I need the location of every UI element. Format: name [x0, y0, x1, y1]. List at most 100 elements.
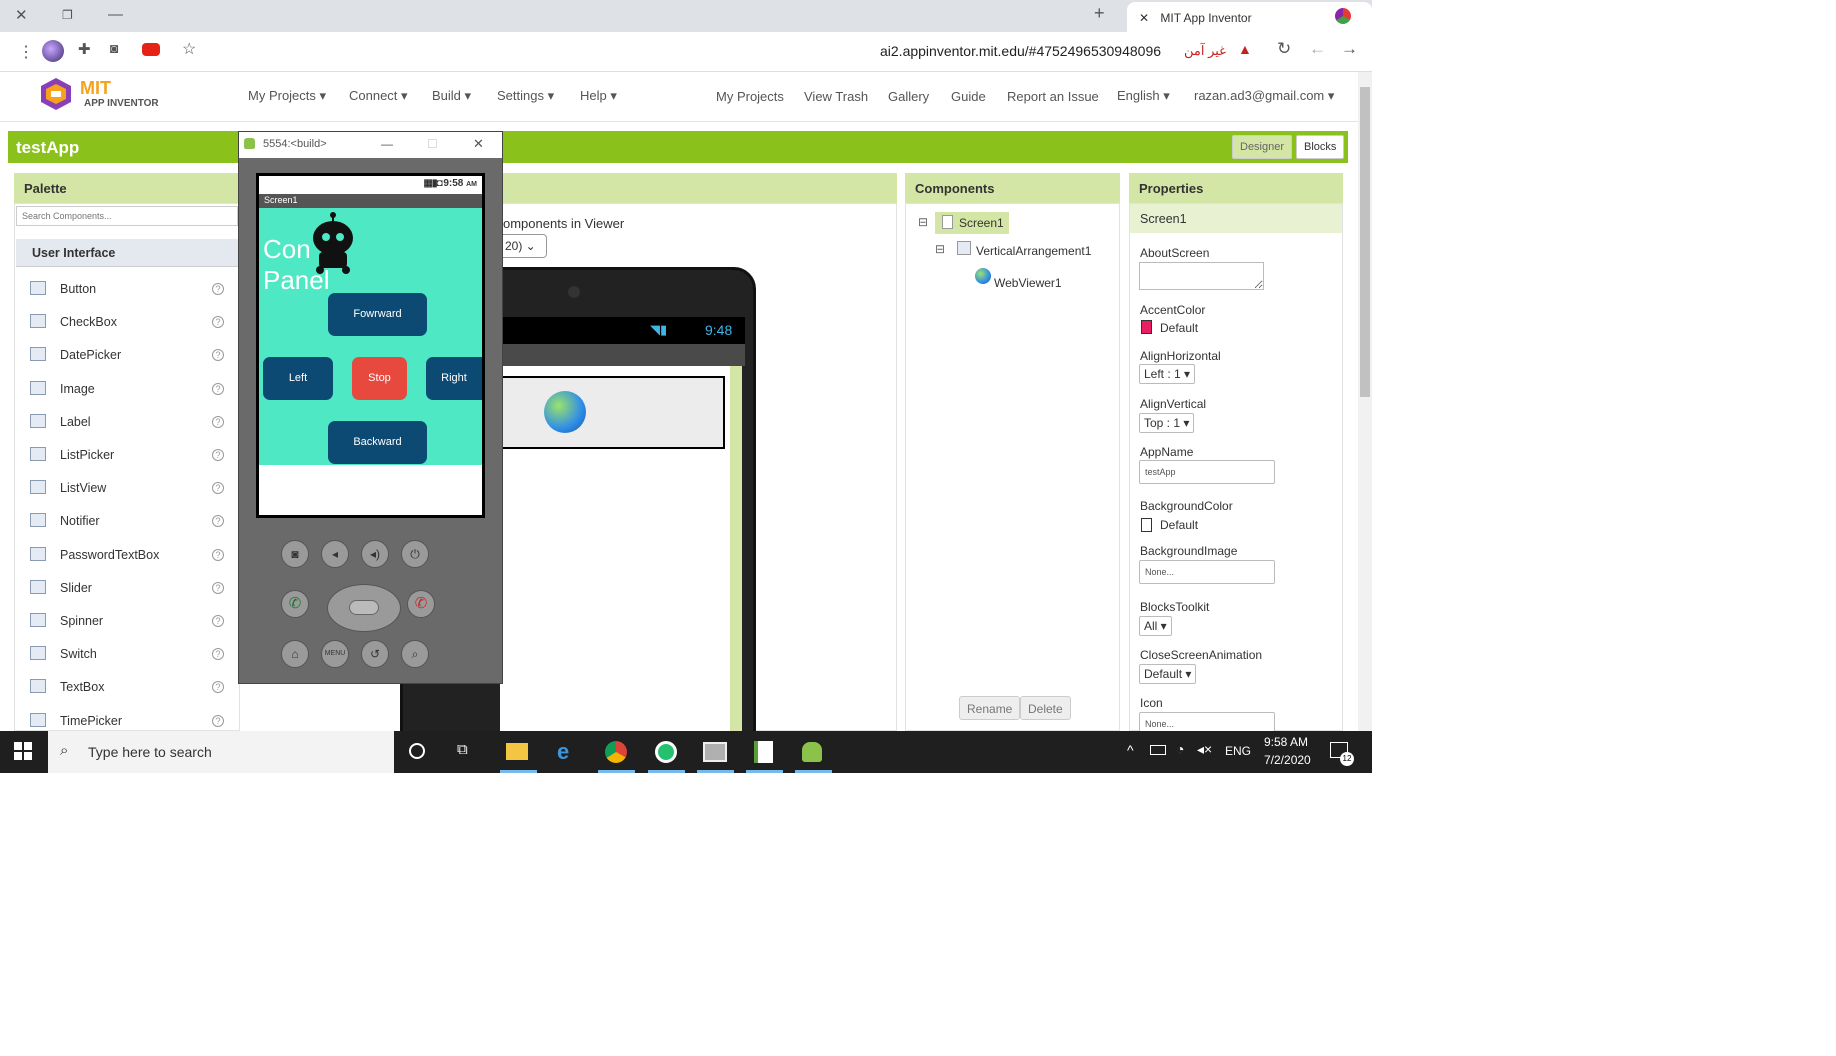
- dpad-center[interactable]: [349, 600, 379, 615]
- vertical-arrangement-preview[interactable]: [500, 376, 725, 449]
- app-window-icon[interactable]: [703, 742, 727, 762]
- warning-icon[interactable]: ▲: [1238, 41, 1252, 57]
- volume-down-icon[interactable]: ◂: [321, 540, 349, 568]
- help-icon[interactable]: ?: [212, 349, 224, 361]
- task-view-icon[interactable]: ⧉: [457, 741, 468, 758]
- reload-icon[interactable]: ↻: [1277, 39, 1291, 59]
- clock-date[interactable]: 7/2/2020: [1264, 753, 1311, 767]
- volume-up-icon[interactable]: ◂): [361, 540, 389, 568]
- page-scrollbar[interactable]: [1358, 72, 1372, 731]
- chrome-icon[interactable]: [605, 741, 627, 763]
- palette-item-datepicker[interactable]: DatePicker: [60, 348, 121, 362]
- home-icon[interactable]: ⌂: [281, 640, 309, 668]
- power-icon[interactable]: ⏻: [401, 540, 429, 568]
- whatsapp-icon[interactable]: [655, 741, 677, 763]
- address-bar-url[interactable]: ai2.appinventor.mit.edu/#475249653094809…: [880, 43, 1161, 59]
- background-color-swatch[interactable]: [1141, 518, 1152, 532]
- tree-item-webviewer1[interactable]: WebViewer1: [994, 276, 1062, 290]
- rename-button[interactable]: Rename: [959, 696, 1021, 720]
- collapse-screen1-icon[interactable]: ⊟: [918, 215, 928, 229]
- menu-my-projects[interactable]: My Projects ▾: [248, 88, 326, 104]
- battery-icon[interactable]: [1150, 745, 1166, 755]
- bookmark-star-icon[interactable]: ☆: [182, 39, 196, 59]
- file-explorer-icon[interactable]: [506, 743, 528, 760]
- appname-input[interactable]: testApp: [1139, 460, 1275, 484]
- palette-section-user-interface[interactable]: User Interface: [16, 239, 238, 267]
- app-inventor-logo[interactable]: [38, 76, 74, 112]
- security-label[interactable]: غير آمن: [1184, 43, 1226, 59]
- blocks-button[interactable]: Blocks: [1296, 135, 1345, 159]
- palette-item-timepicker[interactable]: TimePicker: [60, 714, 122, 728]
- help-icon[interactable]: ?: [212, 615, 224, 627]
- palette-search-input[interactable]: [16, 206, 238, 226]
- collapse-arrangement-icon[interactable]: ⊟: [935, 242, 945, 256]
- nav-view-trash[interactable]: View Trash: [804, 89, 868, 104]
- camera-icon[interactable]: ◙: [110, 40, 118, 56]
- profile-icon[interactable]: [1335, 8, 1351, 24]
- search-icon[interactable]: ⌕: [401, 640, 429, 668]
- android-emulator-icon[interactable]: [802, 742, 822, 762]
- align-vertical-select[interactable]: Top : 1 ▾: [1139, 413, 1195, 433]
- window-restore-icon[interactable]: ❐: [62, 8, 73, 22]
- help-icon[interactable]: ?: [212, 715, 224, 727]
- help-icon[interactable]: ?: [212, 482, 224, 494]
- avatar[interactable]: [42, 40, 64, 62]
- background-image-picker[interactable]: None...: [1139, 560, 1275, 584]
- notepad-icon[interactable]: [754, 741, 773, 763]
- new-tab-button[interactable]: +: [1094, 3, 1105, 24]
- designer-button[interactable]: Designer: [1232, 135, 1293, 159]
- align-horizontal-select[interactable]: Left : 1 ▾: [1139, 364, 1196, 384]
- about-screen-textarea[interactable]: [1139, 262, 1264, 290]
- emulator-maximize-icon[interactable]: ☐: [427, 137, 438, 151]
- palette-item-spinner[interactable]: Spinner: [60, 614, 103, 628]
- kebab-menu-icon[interactable]: ⋮: [18, 42, 34, 62]
- palette-item-passwordtextbox[interactable]: PasswordTextBox: [60, 548, 159, 562]
- language-indicator[interactable]: ENG: [1225, 744, 1251, 758]
- palette-item-label[interactable]: Label: [60, 415, 91, 429]
- nav-report-issue[interactable]: Report an Issue: [1007, 89, 1099, 104]
- tray-chevron-icon[interactable]: ^: [1127, 742, 1134, 758]
- taskbar-search-box[interactable]: ⌕ Type here to search: [48, 731, 394, 773]
- menu-settings[interactable]: Settings ▾: [497, 88, 554, 104]
- help-icon[interactable]: ?: [212, 449, 224, 461]
- menu-connect[interactable]: Connect ▾: [349, 88, 408, 104]
- palette-item-listview[interactable]: ListView: [60, 481, 106, 495]
- right-button[interactable]: Right: [426, 357, 482, 400]
- youtube-icon[interactable]: [142, 43, 160, 56]
- palette-item-button[interactable]: Button: [60, 282, 96, 296]
- help-icon[interactable]: ?: [212, 416, 224, 428]
- network-icon[interactable]: ◔: [1176, 741, 1184, 757]
- help-icon[interactable]: ?: [212, 283, 224, 295]
- palette-item-checkbox[interactable]: CheckBox: [60, 315, 117, 329]
- nav-language[interactable]: English ▾: [1117, 88, 1170, 104]
- emulator-close-icon[interactable]: ✕: [473, 136, 484, 152]
- palette-item-image[interactable]: Image: [60, 382, 95, 396]
- left-button[interactable]: Left: [263, 357, 333, 400]
- volume-muted-icon[interactable]: ◂×: [1197, 741, 1212, 758]
- help-icon[interactable]: ?: [212, 383, 224, 395]
- help-icon[interactable]: ?: [212, 681, 224, 693]
- dpad-icon[interactable]: [327, 584, 401, 632]
- backward-button[interactable]: Backward: [328, 421, 427, 464]
- window-minimize-icon[interactable]: —: [108, 6, 123, 23]
- help-icon[interactable]: ?: [212, 515, 224, 527]
- nav-gallery[interactable]: Gallery: [888, 89, 929, 104]
- edge-icon[interactable]: e: [557, 739, 569, 765]
- nav-my-projects[interactable]: My Projects: [716, 89, 784, 104]
- tree-item-verticalarrangement1[interactable]: VerticalArrangement1: [976, 244, 1091, 258]
- menu-build[interactable]: Build ▾: [432, 88, 471, 104]
- palette-item-textbox[interactable]: TextBox: [60, 680, 104, 694]
- back-icon[interactable]: ↺: [361, 640, 389, 668]
- nav-guide[interactable]: Guide: [951, 89, 986, 104]
- help-icon[interactable]: ?: [212, 549, 224, 561]
- help-icon[interactable]: ?: [212, 582, 224, 594]
- phone-size-select[interactable]: 20) ⌄: [500, 234, 547, 258]
- palette-item-listpicker[interactable]: ListPicker: [60, 448, 114, 462]
- help-icon[interactable]: ?: [212, 648, 224, 660]
- forward-arrow-icon[interactable]: →: [1341, 39, 1358, 59]
- window-close-icon[interactable]: ✕: [15, 6, 28, 24]
- scrollbar-thumb[interactable]: [1360, 87, 1370, 397]
- back-arrow-icon[interactable]: ←: [1309, 39, 1326, 59]
- accent-color-value[interactable]: Default: [1160, 321, 1198, 335]
- delete-button[interactable]: Delete: [1020, 696, 1071, 720]
